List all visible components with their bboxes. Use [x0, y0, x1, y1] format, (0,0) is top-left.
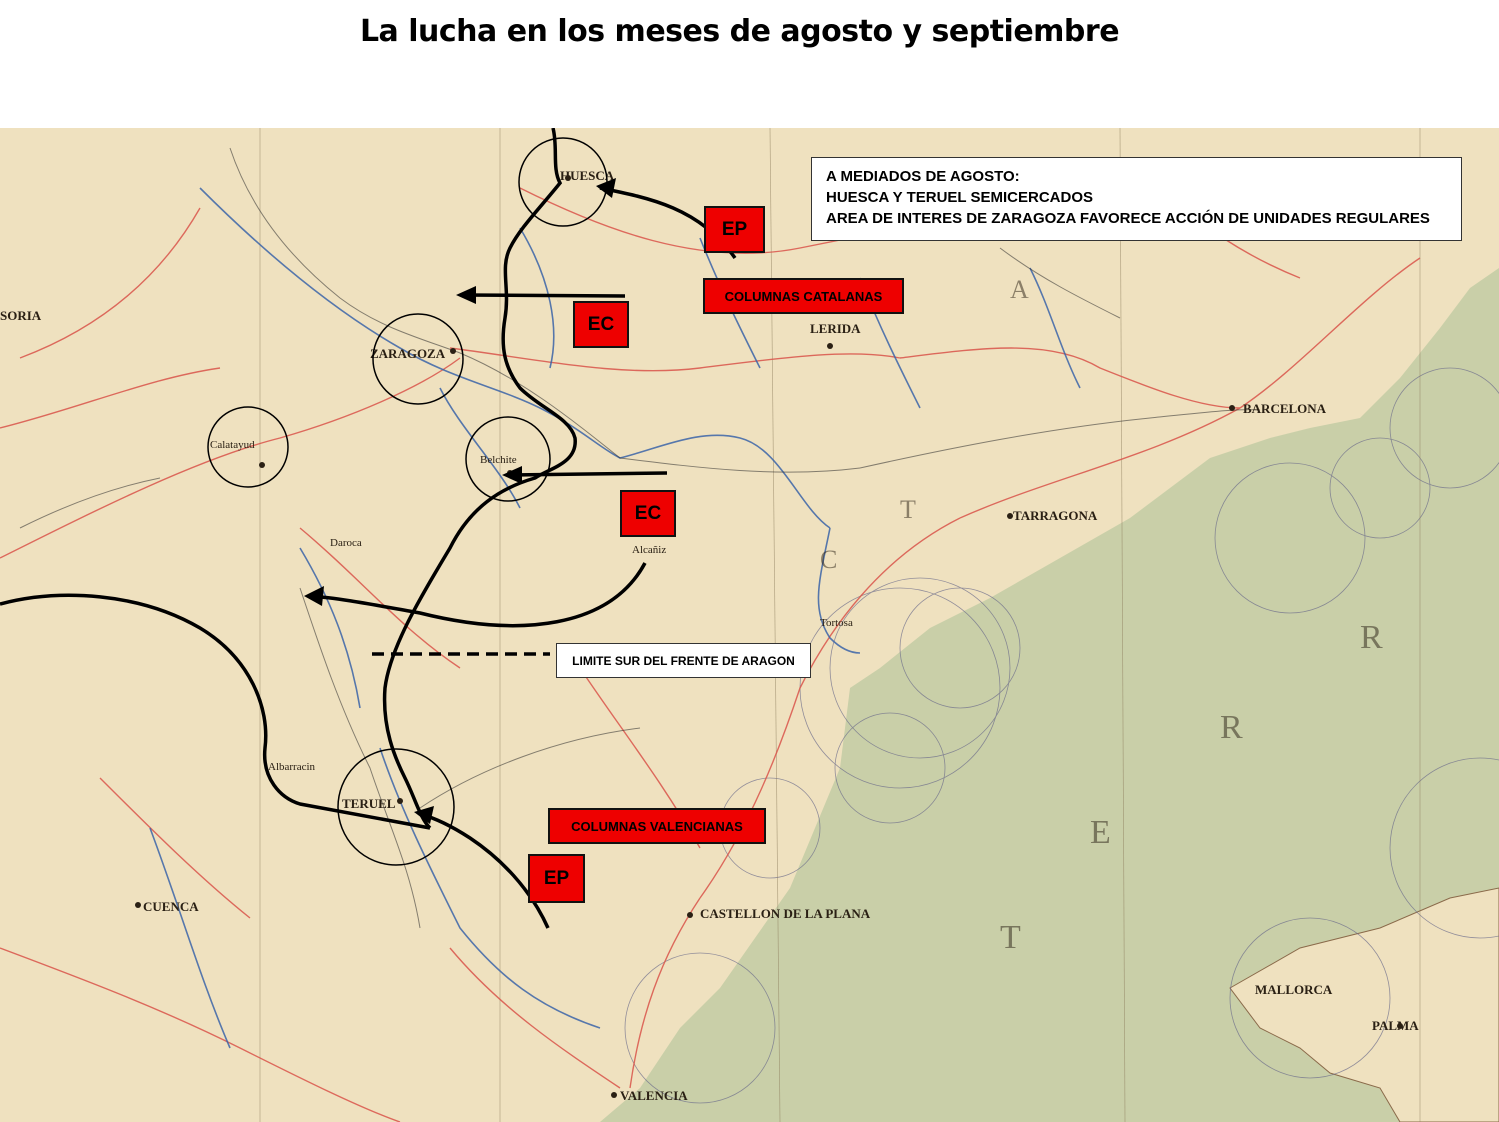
- columnas-catalanas-label: COLUMNAS CATALANAS: [703, 278, 904, 314]
- info-line-3: AREA DE INTERES DE ZARAGOZA FAVORECE ACC…: [826, 210, 1430, 227]
- ec-north-arrow-path: [461, 293, 626, 298]
- place-belchite: Belchite: [480, 454, 517, 466]
- place-zaragoza: ZARAGOZA: [370, 346, 446, 361]
- place-cuenca: CUENCA: [143, 899, 199, 914]
- place-teruel: TERUEL: [342, 796, 396, 811]
- info-box: A MEDIADOS DE AGOSTO: HUESCA Y TERUEL SE…: [811, 157, 1462, 241]
- place-palma: PALMA: [1372, 1018, 1419, 1033]
- svg-text:T: T: [1000, 919, 1021, 956]
- place-mallorca: MALLORCA: [1255, 982, 1333, 997]
- place-barcelona: BARCELONA: [1243, 401, 1327, 416]
- place-castellon: CASTELLON DE LA PLANA: [700, 906, 871, 921]
- ec-mid-label: EC: [620, 490, 676, 537]
- place-lerida: LERIDA: [810, 321, 861, 336]
- svg-text:A: A: [1010, 275, 1029, 304]
- info-line-1: A MEDIADOS DE AGOSTO:: [826, 168, 1020, 185]
- ec-north-label: EC: [573, 301, 629, 348]
- svg-text:T: T: [900, 495, 916, 524]
- place-valencia: VALENCIA: [620, 1088, 688, 1103]
- svg-text:C: C: [820, 545, 837, 574]
- place-soria: SORIA: [0, 308, 42, 323]
- svg-text:R: R: [1220, 709, 1243, 746]
- info-line-2: HUESCA Y TERUEL SEMICERCADOS: [826, 189, 1093, 206]
- place-tortosa: Tortosa: [820, 617, 853, 629]
- place-alcaniz: Alcañiz: [632, 544, 666, 556]
- place-albarracin: Albarracin: [268, 761, 316, 773]
- limite-sur-label: LIMITE SUR DEL FRENTE DE ARAGON: [556, 643, 811, 678]
- place-daroca: Daroca: [330, 537, 362, 549]
- ep-south-label: EP: [528, 854, 585, 903]
- columnas-valencianas-label: COLUMNAS VALENCIANAS: [548, 808, 766, 844]
- ec-mid-arrow-path: [509, 471, 668, 477]
- svg-text:R: R: [1360, 619, 1383, 656]
- page-title: La lucha en los meses de agosto y septie…: [359, 14, 1120, 49]
- svg-text:E: E: [1090, 814, 1111, 851]
- ep-north-label: EP: [704, 206, 765, 253]
- place-tarragona: TARRAGONA: [1013, 508, 1098, 523]
- place-calatayud: Calatayud: [210, 439, 255, 451]
